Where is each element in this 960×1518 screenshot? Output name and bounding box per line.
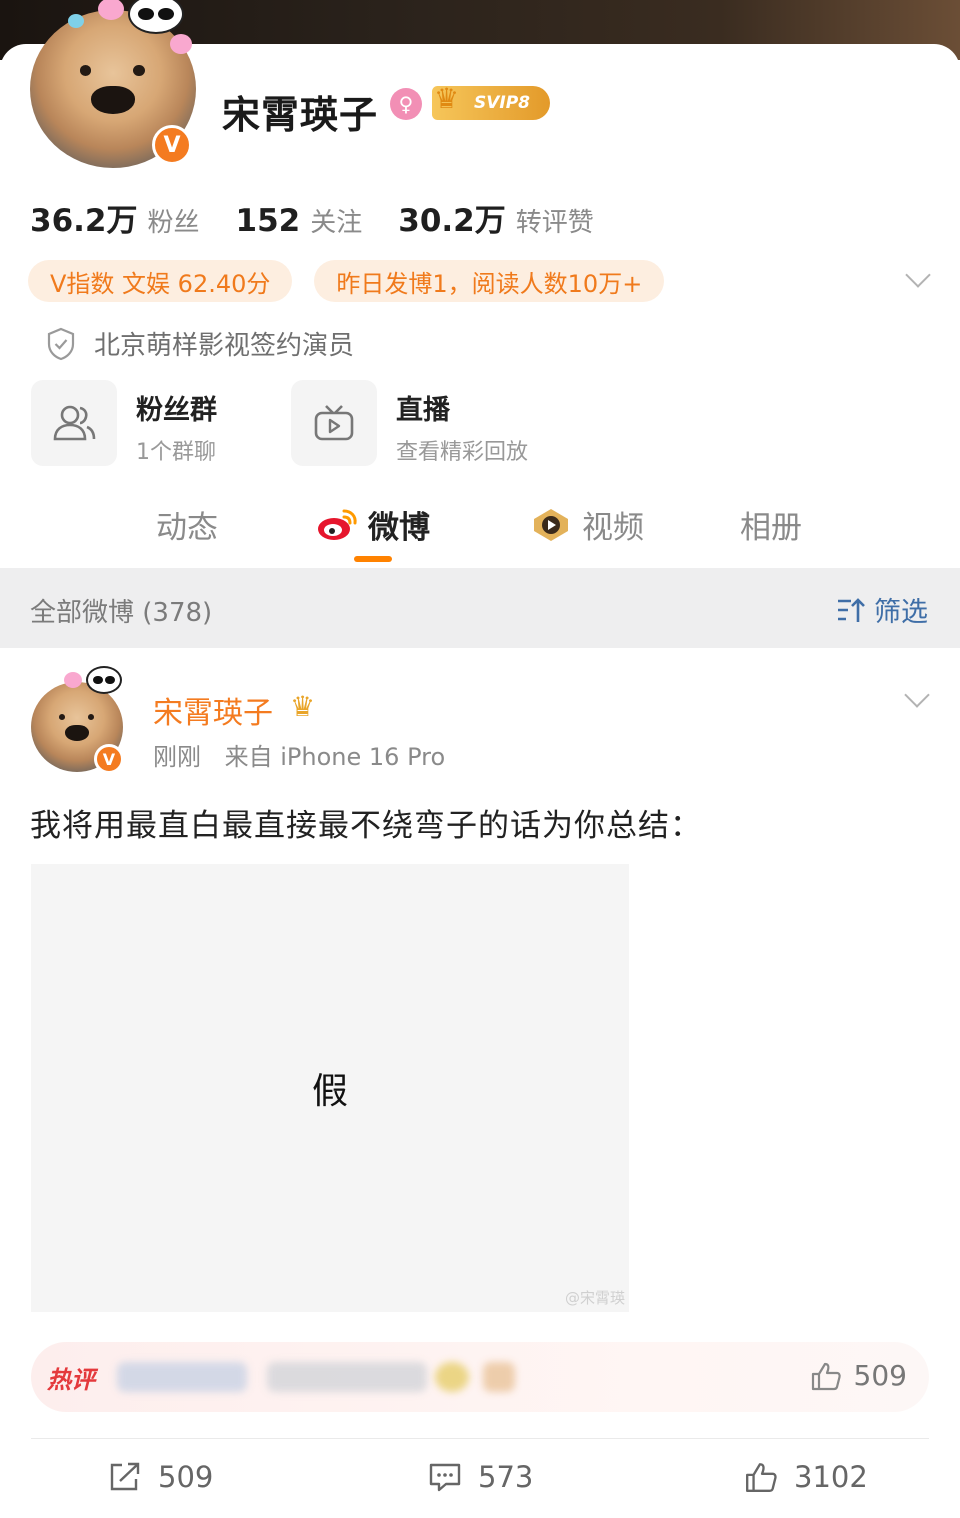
image-watermark: @宋霄瑛	[564, 1289, 625, 1307]
filter-icon	[838, 597, 865, 622]
v-index-chip[interactable]: V指数 文娱 62.40分	[28, 260, 293, 302]
verified-badge-icon: V	[94, 744, 124, 774]
hot-comment-tag: 热评	[47, 1366, 95, 1394]
repost-button[interactable]: 509	[108, 1460, 213, 1494]
heart-sticker-icon	[68, 14, 84, 28]
all-posts-count: 全部微博 (378)	[30, 598, 213, 628]
tab-dynamic-label: 动态	[156, 510, 218, 546]
post-image[interactable]: 假 @宋霄瑛	[31, 864, 629, 1312]
blurred-comment-text	[267, 1362, 427, 1392]
engagement-label: 转评赞	[515, 208, 594, 238]
live-tile[interactable]	[291, 380, 377, 466]
repost-count: 509	[158, 1460, 214, 1494]
like-count: 3102	[794, 1460, 868, 1494]
yesterday-posts-chip[interactable]: 昨日发博1，阅读人数10万+	[314, 260, 665, 302]
svip-label: SVIP8	[474, 93, 531, 113]
female-gender-icon: ♀	[390, 88, 422, 120]
comment-icon	[429, 1463, 461, 1492]
heart-sticker-icon	[170, 34, 192, 54]
tab-video-label: 视频	[582, 510, 644, 546]
certification-row: 北京萌样影视签约演员	[46, 325, 354, 362]
live-subtitle: 查看精彩回放	[396, 440, 529, 465]
video-badge-icon	[534, 508, 568, 541]
verified-badge-icon: V	[152, 125, 192, 165]
shield-icon	[47, 327, 75, 360]
profile-tabs: 动态 微博 视频 相册	[0, 500, 960, 570]
live-title[interactable]: 直播	[396, 388, 450, 427]
post-image-text: 假	[311, 1071, 348, 1112]
fans-group-title[interactable]: 粉丝群	[136, 388, 217, 427]
post-author-name[interactable]: 宋霄瑛子	[153, 688, 273, 732]
post-meta: 刚刚 来自 iPhone 16 Pro	[153, 737, 461, 772]
panda-sticker-icon	[86, 666, 122, 694]
thumbs-up-icon	[811, 1362, 841, 1390]
tab-video[interactable]: 视频	[530, 502, 644, 547]
blurred-emoji	[435, 1362, 469, 1392]
engagement-count: 30.2万	[398, 203, 506, 239]
repost-icon	[110, 1462, 140, 1491]
tab-weibo[interactable]: 微博	[316, 502, 430, 547]
fans-group-icon	[53, 405, 96, 441]
tab-album[interactable]: 相册	[740, 502, 802, 547]
certification-text: 北京萌样影视签约演员	[94, 331, 355, 361]
thumbs-up-icon	[746, 1463, 777, 1492]
heart-sticker-icon	[64, 672, 82, 688]
comment-count: 573	[478, 1460, 534, 1494]
post-body-text: 我将用最直白最直接最不绕弯子的话为你总结：	[30, 808, 702, 844]
following-label[interactable]: 关注	[310, 202, 362, 239]
profile-stats: 36.2万 粉丝 152 关注 30.2万 转评赞	[30, 195, 630, 240]
profile-name: 宋霄瑛子	[222, 93, 379, 137]
filter-bar: 全部微博 (378) 筛选	[0, 568, 960, 648]
profile-chips: V指数 文娱 62.40分 昨日发博1，阅读人数10万+	[28, 260, 665, 302]
hot-comment-like[interactable]: 509	[810, 1359, 907, 1392]
following-count[interactable]: 152	[236, 203, 301, 239]
svip-badge[interactable]: ♛ SVIP8	[432, 82, 550, 120]
post-time: 刚刚	[153, 743, 201, 771]
tab-album-label: 相册	[740, 510, 802, 546]
comment-button[interactable]: 573	[428, 1460, 533, 1494]
tab-weibo-label: 微博	[368, 510, 430, 546]
blurred-emoji	[483, 1362, 515, 1392]
fans-group-subtitle: 1个群聊	[136, 440, 216, 465]
member-crown-icon: ♛	[290, 690, 316, 723]
followers-label[interactable]: 粉丝	[148, 202, 200, 239]
active-tab-indicator	[354, 556, 392, 562]
followers-count[interactable]: 36.2万	[30, 195, 138, 240]
weibo-logo-icon	[318, 509, 357, 540]
fans-group-tile[interactable]	[31, 380, 117, 466]
crown-icon: ♛	[434, 82, 460, 115]
blurred-comment-text	[117, 1362, 247, 1392]
tab-dynamic[interactable]: 动态	[156, 502, 218, 547]
hot-comment-bar[interactable]: 热评 509	[31, 1342, 929, 1412]
live-tv-icon	[314, 405, 354, 441]
post-source: 来自 iPhone 16 Pro	[224, 743, 446, 771]
like-button[interactable]: 3102	[744, 1460, 868, 1494]
filter-label: 筛选	[874, 597, 928, 628]
actions-divider	[31, 1438, 929, 1439]
hot-comment-like-count: 509	[853, 1359, 907, 1392]
filter-button[interactable]: 筛选	[836, 590, 928, 629]
